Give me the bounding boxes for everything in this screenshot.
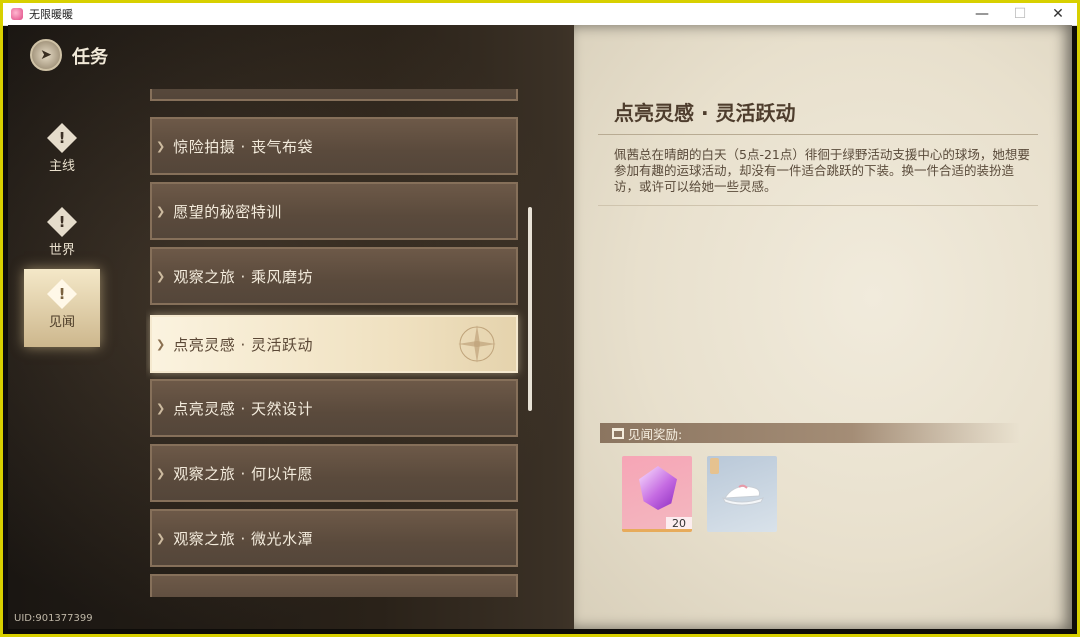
quest-item-partial[interactable] [150,574,518,597]
outfit-tag-icon [710,458,719,474]
nav-item-main[interactable]: ! 主线 [24,113,100,191]
compass-rose-icon [458,325,496,363]
quest-label: 观察之旅 · 乘风磨坊 [173,267,314,286]
quest-item-partial[interactable] [150,89,518,101]
rewards-label: 见闻奖励: [628,426,683,442]
game-view: ➤ 任务 ! 主线 ! 世界 ! 见闻 ❯ 惊险拍摄 · 丧气布袋 ❯ 愿望的秘… [8,25,1072,629]
chevron-right-icon: ❯ [156,531,166,545]
rewards-header: 见闻奖励: [600,423,1020,443]
nav-label: 世界 [48,243,75,258]
reward-item-crystal[interactable]: 20 [622,456,692,532]
quest-description: 佩茜总在晴朗的白天（5点-21点）徘徊于绿野活动支援中心的球场，她想要参加有趣的… [614,147,1030,194]
chevron-right-icon: ❯ [156,401,166,415]
minimize-button[interactable]: — [963,3,1001,25]
quest-item[interactable]: ❯ 观察之旅 · 微光水潭 [150,509,518,567]
quest-item[interactable]: ❯ 点亮灵感 · 天然设计 [150,379,518,437]
exclamation-diamond-icon: ! [47,279,77,309]
gift-icon [612,427,624,439]
nav-label: 主线 [48,159,75,174]
quest-label: 点亮灵感 · 天然设计 [173,399,314,418]
quest-label: 观察之旅 · 何以许愿 [173,464,314,483]
quest-detail-panel: 点亮灵感 · 灵活跃动 佩茜总在晴朗的白天（5点-21点）徘徊于绿野活动支援中心… [574,25,1072,629]
close-button[interactable]: ✕ [1039,3,1077,25]
divider [598,205,1038,206]
crystal-icon [639,466,677,510]
quest-label: 愿望的秘密特训 [173,202,282,221]
quest-item[interactable]: ❯ 愿望的秘密特训 [150,182,518,240]
maximize-button[interactable]: ☐ [1001,3,1039,25]
exclamation-diamond-icon: ! [47,207,77,237]
quest-list[interactable]: ❯ 惊险拍摄 · 丧气布袋 ❯ 愿望的秘密特训 ❯ 观察之旅 · 乘风磨坊 ❯ … [146,89,526,597]
nav-item-world[interactable]: ! 世界 [24,197,100,275]
nav-label: 见闻 [48,315,75,330]
quest-item[interactable]: ❯ 观察之旅 · 乘风磨坊 [150,247,518,305]
cap-icon [721,484,765,506]
window-title: 无限暖暖 [29,8,73,21]
quest-label: 观察之旅 · 微光水潭 [173,529,314,548]
title-bar: 无限暖暖 — ☐ ✕ [3,3,1077,26]
page-title: 任务 [72,47,108,68]
quest-title: 点亮灵感 · 灵活跃动 [614,101,796,125]
chevron-right-icon: ❯ [156,337,166,351]
chevron-right-icon: ❯ [156,139,166,153]
quest-label: 点亮灵感 · 灵活跃动 [173,335,314,354]
chevron-right-icon: ❯ [156,466,166,480]
quest-item[interactable]: ❯ 观察之旅 · 何以许愿 [150,444,518,502]
app-icon [11,8,23,20]
quest-item-selected[interactable]: ❯ 点亮灵感 · 灵活跃动 [150,315,518,373]
quest-list-scrollbar[interactable] [528,207,532,411]
divider [598,134,1038,135]
chevron-right-icon: ❯ [156,269,166,283]
quest-label: 惊险拍摄 · 丧气布袋 [173,137,314,156]
reward-item-cap[interactable] [707,456,777,532]
nav-item-sightings[interactable]: ! 见闻 [24,269,100,347]
chevron-right-icon: ❯ [156,204,166,218]
quest-compass-icon[interactable]: ➤ [30,39,62,71]
rarity-bar [622,529,692,532]
exclamation-diamond-icon: ! [47,123,77,153]
quest-item[interactable]: ❯ 惊险拍摄 · 丧气布袋 [150,117,518,175]
player-uid: UID:901377399 [14,613,93,624]
